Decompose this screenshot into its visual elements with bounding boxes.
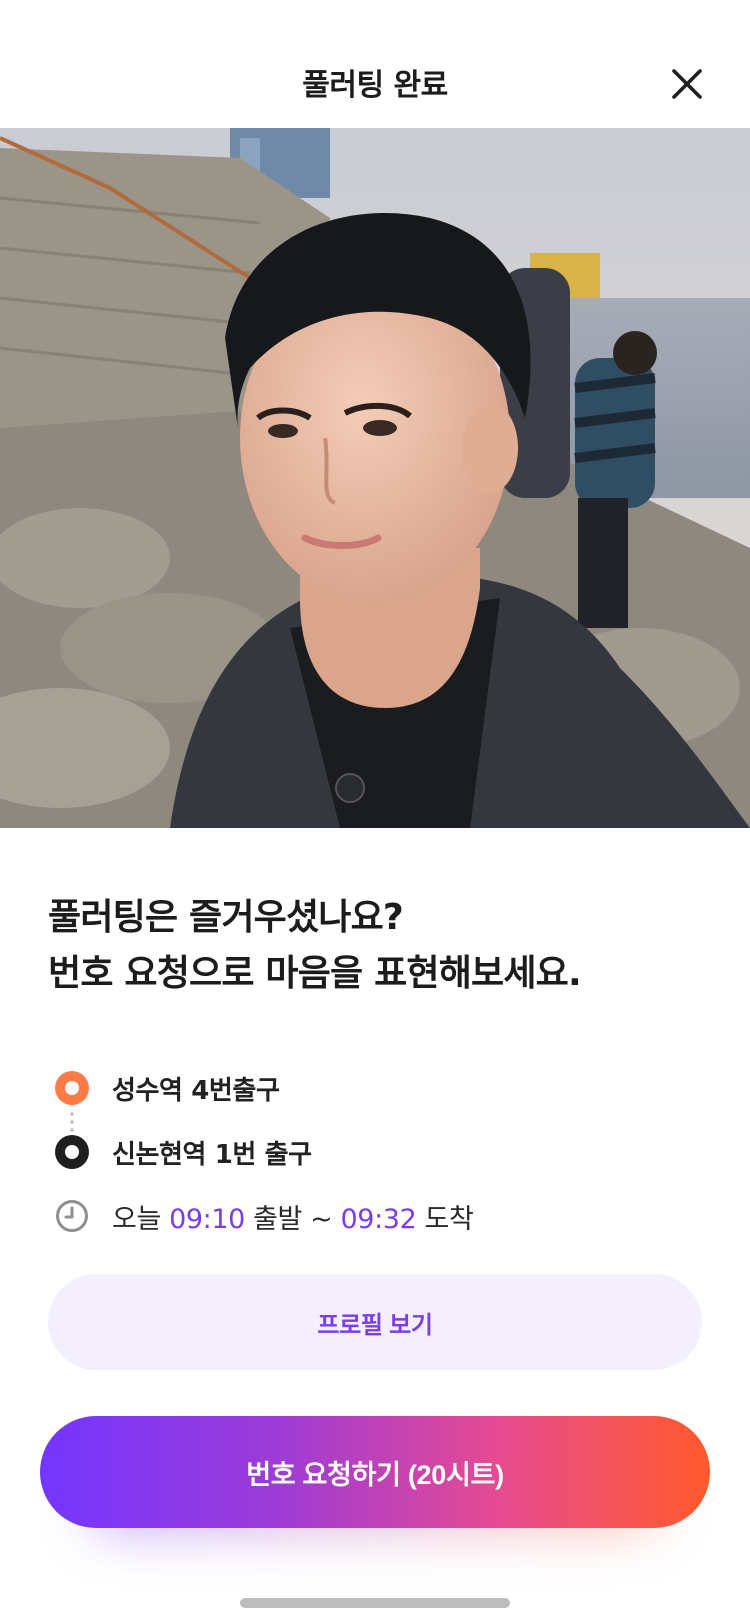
profile-photo	[0, 128, 750, 828]
end-station-dot-icon	[55, 1135, 89, 1169]
headline-line-2: 번호 요청으로 마음을 표현해보세요.	[48, 953, 582, 994]
completion-message: 풀러팅은 즐거우셨나요? 번호 요청으로 마음을 표현해보세요.	[48, 890, 582, 1002]
view-profile-label: 프로필 보기	[317, 1311, 433, 1339]
time-prefix: 오늘	[112, 1204, 170, 1235]
page-title: 풀러팅 완료	[302, 68, 448, 103]
close-button[interactable]	[665, 62, 709, 106]
clock-icon	[55, 1199, 89, 1233]
start-station: 성수역 4번출구	[112, 1076, 280, 1106]
route-connector	[70, 1110, 74, 1134]
request-number-button[interactable]: 번호 요청하기 (20시트)	[40, 1416, 710, 1528]
arrive-time: 09:32	[340, 1204, 417, 1235]
depart-time: 09:10	[169, 1204, 245, 1235]
ride-time: 오늘 09:10 출발 ~ 09:32 도착	[112, 1197, 474, 1236]
start-station-dot-icon	[55, 1071, 89, 1105]
request-number-label: 번호 요청하기 (20시트)	[246, 1459, 504, 1490]
end-station: 신논현역 1번 출구	[112, 1140, 312, 1170]
headline-line-1: 풀러팅은 즐거우셨나요?	[48, 897, 404, 938]
close-icon	[672, 69, 702, 99]
arrive-label: 도착	[416, 1204, 474, 1235]
depart-label: 출발 ~	[244, 1204, 341, 1235]
view-profile-button[interactable]: 프로필 보기	[48, 1274, 702, 1370]
top-bar: 풀러팅 완료	[0, 0, 750, 128]
home-indicator	[240, 1598, 510, 1608]
